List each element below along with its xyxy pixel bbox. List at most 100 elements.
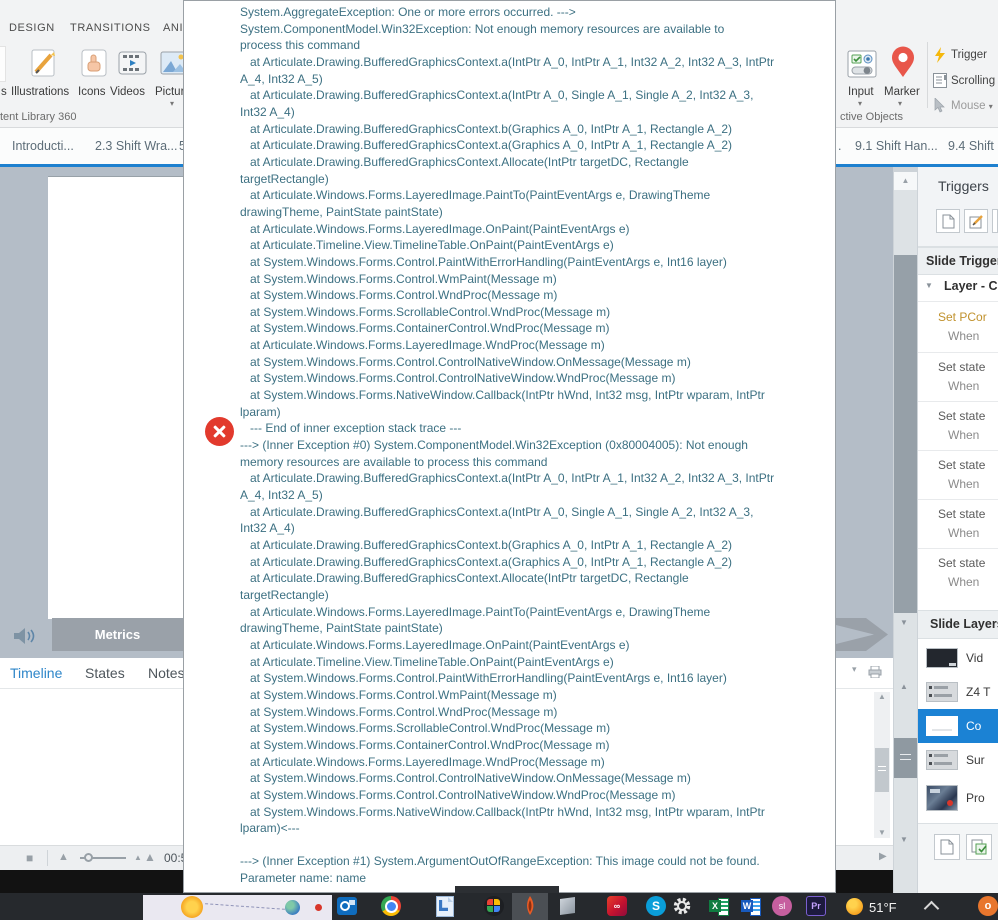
- tray-app-icon[interactable]: o: [978, 896, 998, 916]
- audio-speaker-icon[interactable]: [12, 625, 38, 647]
- scroll-right-icon[interactable]: ▶: [879, 851, 887, 862]
- layer-label: Co: [966, 719, 982, 733]
- adobe-cc-icon[interactable]: ∞: [607, 896, 627, 916]
- trigger-item[interactable]: Set state When: [918, 352, 998, 402]
- print-icon[interactable]: [868, 665, 882, 679]
- settings-gear-icon[interactable]: [672, 896, 692, 916]
- layer-row-process[interactable]: Pro: [918, 779, 998, 817]
- input-icon[interactable]: [845, 48, 879, 82]
- error-dialog[interactable]: System.AggregateException: One or more e…: [183, 0, 836, 893]
- slide-tab-9-1[interactable]: 9.1 Shift Han...: [855, 139, 938, 153]
- new-layer-button[interactable]: [934, 834, 960, 860]
- scrolling-panel-button[interactable]: Scrolling Panel: [951, 75, 998, 87]
- error-icon: [205, 417, 234, 446]
- collapse-up-icon[interactable]: ▲: [900, 682, 908, 691]
- new-trigger-button[interactable]: [936, 209, 960, 233]
- videos-icon[interactable]: [115, 46, 149, 80]
- duplicate-layer-button[interactable]: [966, 834, 992, 860]
- premiere-icon[interactable]: Pr: [806, 896, 826, 916]
- trigger-when: When: [948, 477, 980, 491]
- color-wheel-app-icon[interactable]: [484, 896, 504, 916]
- edit-trigger-button[interactable]: [964, 209, 988, 233]
- layer-group-row[interactable]: ▼ Layer - C: [918, 273, 998, 302]
- canvas-scroll-track[interactable]: [894, 190, 917, 255]
- trigger-action: Set state: [938, 409, 986, 423]
- canvas-scroll-thumb[interactable]: [894, 255, 917, 613]
- outlook-icon[interactable]: [337, 896, 357, 916]
- tray-caret-icon[interactable]: [923, 900, 940, 917]
- layer-thumbnail: [926, 716, 958, 736]
- illustrations-button[interactable]: Illustrations: [11, 86, 69, 98]
- slide-triggers-header: Slide Triggers: [918, 247, 998, 275]
- docs-app-icon[interactable]: [436, 896, 456, 917]
- icons-icon[interactable]: [77, 46, 111, 80]
- slide-tab-9-4[interactable]: 9.4 Shift: [948, 139, 994, 153]
- weather-sun-icon[interactable]: [846, 898, 863, 915]
- content-library-group-label: tent Library 360: [0, 111, 77, 123]
- zoom-small-icon[interactable]: ▲: [134, 853, 142, 862]
- triggers-panel-title: Triggers: [938, 178, 989, 194]
- red-dot-icon: [315, 904, 322, 911]
- cut-panel-button[interactable]: [992, 209, 998, 233]
- input-button[interactable]: Input: [848, 86, 874, 98]
- 3d-viewer-icon[interactable]: [558, 896, 578, 916]
- layer-row-video[interactable]: Vid: [918, 641, 998, 675]
- weather-temperature[interactable]: 51°F: [869, 900, 897, 915]
- slide-tab-2-3[interactable]: 2.3 Shift Wra...: [95, 139, 177, 153]
- layer-row-selected[interactable]: Co: [918, 709, 998, 743]
- tab-notes[interactable]: Notes: [148, 665, 185, 681]
- slide-tab-fragment[interactable]: .: [838, 139, 841, 153]
- cut-ribbon-button-label: s: [1, 86, 7, 98]
- ribbon-tab-design[interactable]: DESIGN: [9, 22, 55, 34]
- timeline-scrollbar[interactable]: ▲ ▼: [874, 692, 890, 838]
- collapse-triangle-icon[interactable]: ▼: [925, 281, 933, 290]
- layer-label: Pro: [966, 791, 985, 805]
- scroll-down-icon[interactable]: ▼: [878, 828, 886, 837]
- marker-button[interactable]: Marker: [884, 86, 920, 98]
- trigger-item[interactable]: Set state When: [918, 499, 998, 549]
- stop-button[interactable]: ■: [26, 851, 33, 865]
- trigger-item[interactable]: Set state When: [918, 401, 998, 451]
- chrome-icon[interactable]: [381, 896, 401, 916]
- marker-dropdown-caret[interactable]: ▾: [898, 99, 902, 108]
- cut-ribbon-button: [0, 46, 6, 82]
- videos-button[interactable]: Videos: [110, 86, 145, 98]
- word-icon[interactable]: W: [741, 896, 761, 916]
- peek-window[interactable]: [143, 895, 332, 920]
- play-button[interactable]: ▲: [58, 851, 69, 863]
- excel-icon[interactable]: X: [709, 896, 729, 916]
- slide-tab-introduction[interactable]: Introducti...: [12, 139, 74, 153]
- storyline-active-app-tile[interactable]: [512, 893, 548, 920]
- diagram-line: [205, 903, 285, 910]
- tab-states[interactable]: States: [85, 665, 125, 681]
- illustrations-icon[interactable]: [27, 46, 61, 80]
- collapse-down-icon[interactable]: ▼: [900, 618, 908, 627]
- seek-handle[interactable]: [84, 853, 93, 862]
- trigger-item[interactable]: Set PCor When: [918, 303, 998, 352]
- pictures-dropdown-caret[interactable]: ▾: [170, 99, 174, 108]
- panel-scroll-strip[interactable]: ▲ ▼ ▲ ▼: [893, 167, 918, 893]
- trigger-button[interactable]: Trigger: [951, 49, 987, 61]
- zoom-large-icon[interactable]: ▲: [144, 850, 156, 864]
- trigger-when: When: [948, 379, 980, 393]
- skype-icon[interactable]: S: [646, 896, 666, 916]
- splitter-handle[interactable]: [894, 738, 917, 778]
- metrics-banner[interactable]: Metrics: [52, 618, 183, 651]
- canvas-scroll-up-button[interactable]: ▲: [894, 172, 917, 190]
- slack-icon[interactable]: sl: [772, 896, 792, 916]
- scroll-up-icon[interactable]: ▲: [878, 692, 886, 701]
- layer-row-z4[interactable]: Z4 T: [918, 675, 998, 709]
- trigger-item[interactable]: Set state When: [918, 548, 998, 598]
- trigger-item[interactable]: Set state When: [918, 450, 998, 500]
- icons-button[interactable]: Icons: [78, 86, 106, 98]
- timeline-options-caret[interactable]: ▾: [852, 664, 857, 675]
- collapse-down-icon-2[interactable]: ▼: [900, 835, 908, 844]
- marker-icon[interactable]: [886, 46, 920, 80]
- ribbon-tab-transitions[interactable]: TRANSITIONS: [70, 22, 151, 34]
- mouse-button[interactable]: Mouse ▾: [951, 100, 993, 112]
- scrollbar-thumb[interactable]: [875, 748, 889, 792]
- input-dropdown-caret[interactable]: ▾: [858, 99, 862, 108]
- layer-row-survey[interactable]: Sur: [918, 743, 998, 777]
- stack-trace-text: System.AggregateException: One or more e…: [240, 5, 775, 886]
- tab-timeline[interactable]: Timeline: [10, 665, 62, 681]
